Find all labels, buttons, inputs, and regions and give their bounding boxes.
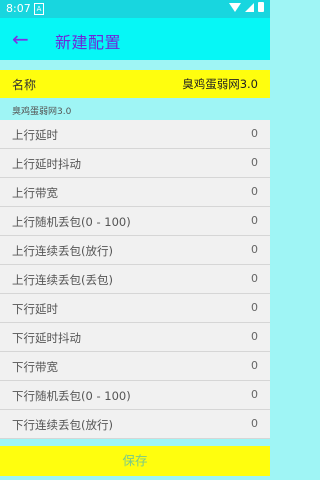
name-field-value[interactable]: 臭鸡蛋弱网3.0 xyxy=(182,76,258,92)
setting-row-uplink-jitter[interactable]: 上行延时抖动 0 xyxy=(0,149,270,178)
status-bar: 8:07 A xyxy=(0,0,270,18)
page-title: 新建配置 xyxy=(55,33,122,52)
setting-label: 上行连续丢包(放行) xyxy=(12,244,113,258)
setting-value[interactable]: 0 xyxy=(251,214,258,227)
setting-row-uplink-bandwidth[interactable]: 上行带宽 0 xyxy=(0,178,270,207)
setting-value[interactable]: 0 xyxy=(251,272,258,285)
setting-row-uplink-delay[interactable]: 上行延时 0 xyxy=(0,120,270,149)
name-field-label: 名称 xyxy=(12,78,37,92)
setting-value[interactable]: 0 xyxy=(251,417,258,430)
setting-label: 上行延时抖动 xyxy=(12,157,81,171)
setting-value[interactable]: 0 xyxy=(251,127,258,140)
app-bar: ← 新建配置 xyxy=(0,18,270,60)
setting-row-downlink-random-loss[interactable]: 下行随机丢包(0 - 100) 0 xyxy=(0,381,270,410)
save-button[interactable]: 保存 xyxy=(0,446,270,476)
setting-row-downlink-jitter[interactable]: 下行延时抖动 0 xyxy=(0,323,270,352)
setting-value[interactable]: 0 xyxy=(251,185,258,198)
save-button-label: 保存 xyxy=(122,453,148,468)
setting-label: 上行带宽 xyxy=(12,186,58,200)
setting-value[interactable]: 0 xyxy=(251,243,258,256)
status-time: 8:07 xyxy=(6,2,31,15)
battery-icon xyxy=(258,2,264,12)
setting-label: 下行延时抖动 xyxy=(12,331,81,345)
setting-label: 上行延时 xyxy=(12,128,58,142)
setting-value[interactable]: 0 xyxy=(251,301,258,314)
setting-row-downlink-burst-pass[interactable]: 下行连续丢包(放行) 0 xyxy=(0,410,270,439)
back-arrow-icon[interactable]: ← xyxy=(12,27,29,51)
setting-value[interactable]: 0 xyxy=(251,359,258,372)
setting-label: 下行连续丢包(放行) xyxy=(12,418,113,432)
setting-value[interactable]: 0 xyxy=(251,388,258,401)
setting-label: 上行随机丢包(0 - 100) xyxy=(12,215,131,229)
setting-row-downlink-delay[interactable]: 下行延时 0 xyxy=(0,294,270,323)
setting-row-uplink-random-loss[interactable]: 上行随机丢包(0 - 100) 0 xyxy=(0,207,270,236)
setting-value[interactable]: 0 xyxy=(251,156,258,169)
setting-value[interactable]: 0 xyxy=(251,330,258,343)
notification-icon: A xyxy=(34,3,44,15)
setting-row-uplink-burst-pass[interactable]: 上行连续丢包(放行) 0 xyxy=(0,236,270,265)
status-icons xyxy=(229,2,264,12)
setting-row-uplink-burst-drop[interactable]: 上行连续丢包(丢包) 0 xyxy=(0,265,270,294)
setting-label: 下行随机丢包(0 - 100) xyxy=(12,389,131,403)
setting-label: 下行延时 xyxy=(12,302,58,316)
setting-label: 上行连续丢包(丢包) xyxy=(12,273,113,287)
name-field[interactable]: 名称 臭鸡蛋弱网3.0 xyxy=(0,70,270,98)
setting-row-downlink-bandwidth[interactable]: 下行带宽 0 xyxy=(0,352,270,381)
setting-label: 下行带宽 xyxy=(12,360,58,374)
cell-signal-icon xyxy=(245,2,254,12)
wifi-icon xyxy=(229,2,241,12)
section-label: 臭鸡蛋弱网3.0 xyxy=(12,107,72,117)
